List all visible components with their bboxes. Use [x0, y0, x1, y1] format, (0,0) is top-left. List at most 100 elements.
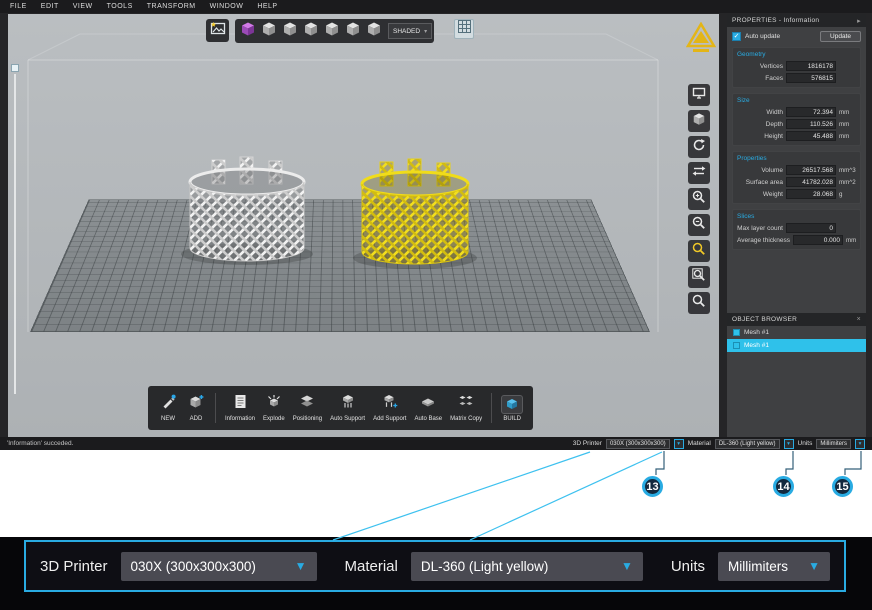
tool-matrix-copy-button[interactable]: Matrix Copy	[446, 394, 486, 422]
tool-auto-base-button[interactable]: Auto Base	[410, 394, 446, 422]
mesh-color-swatch	[733, 329, 740, 336]
status-bar: 'Information' succeded. 3D Printer 030X …	[0, 437, 872, 450]
menu-bar: FILE EDIT VIEW TOOLS TRANSFORM WINDOW HE…	[0, 0, 872, 13]
section-size: Size Width72.394mm Depth110.526mm Height…	[732, 93, 861, 146]
object-browser-item[interactable]: Mesh #1	[727, 326, 866, 339]
viewport-canvas[interactable]: SHADED ▾	[8, 14, 719, 437]
mesh-item-label: Mesh #1	[744, 342, 769, 349]
tool-label: Auto Base	[414, 416, 442, 422]
printer-dropdown[interactable]: 030X (300x300x300) ▼	[121, 552, 317, 581]
tool-label: BUILD	[503, 416, 521, 422]
cube-icon	[303, 21, 319, 42]
tool-information-button[interactable]: Information	[221, 394, 259, 422]
printer-dropdown[interactable]: 030X (300x300x300)	[606, 439, 670, 449]
field-label: Width	[737, 109, 783, 116]
zoom-in-icon	[692, 190, 706, 209]
material-label: Material	[688, 440, 711, 447]
zoom-in-button[interactable]	[688, 188, 710, 210]
support-icon	[340, 394, 356, 414]
cube-icon	[345, 21, 361, 42]
field-label: Depth	[737, 121, 783, 128]
explode-icon	[266, 394, 282, 414]
zoom-extents-icon	[692, 268, 706, 287]
layer-slider[interactable]	[11, 64, 19, 399]
panel-collapse-icon[interactable]: ▸	[857, 17, 861, 25]
tool-new-button[interactable]: NEW	[154, 394, 182, 422]
panel-close-icon[interactable]: ×	[857, 316, 861, 323]
auto-update-checkbox[interactable]: ✓	[732, 32, 741, 41]
shading-mode-dropdown[interactable]: SHADED ▾	[388, 23, 432, 39]
status-message: 'Information' succeded.	[7, 440, 73, 447]
menu-transform[interactable]: TRANSFORM	[147, 3, 196, 10]
zoom-object-button[interactable]	[688, 292, 710, 314]
app-logo	[686, 22, 716, 59]
view-right-button[interactable]	[321, 21, 342, 41]
material-dropdown-arrow[interactable]: ▾	[784, 439, 794, 449]
properties-panel-title: PROPERTIES - Information	[732, 17, 819, 24]
field-label: Surface area	[737, 179, 783, 186]
view-front-button[interactable]	[258, 21, 279, 41]
mesh-yellow-lattice	[353, 159, 477, 269]
tool-label: NEW	[161, 416, 175, 422]
swap-view-button[interactable]	[688, 162, 710, 184]
view-bottom-button[interactable]	[363, 21, 384, 41]
menu-view[interactable]: VIEW	[73, 3, 93, 10]
tool-label: Positioning	[293, 416, 322, 422]
monitor-icon	[692, 86, 706, 105]
tool-positioning-button[interactable]: Positioning	[289, 394, 326, 422]
printer-dropdown-arrow[interactable]: ▾	[674, 439, 684, 449]
view-home-button[interactable]	[237, 21, 258, 41]
tool-label: Explode	[263, 416, 285, 422]
printer-label: 3D Printer	[573, 440, 602, 447]
material-dropdown[interactable]: DL-360 (Light yellow) ▼	[411, 552, 643, 581]
platform-toggle-button[interactable]	[454, 19, 474, 39]
view-top-button[interactable]	[342, 21, 363, 41]
section-title: Size	[737, 97, 856, 104]
zoom-out-button[interactable]	[688, 214, 710, 236]
zoom-window-button[interactable]	[688, 240, 710, 262]
perspective-button[interactable]	[688, 110, 710, 132]
tool-explode-button[interactable]: Explode	[259, 394, 289, 422]
units-dropdown[interactable]: Millimiters ▼	[718, 552, 830, 581]
view-back-button[interactable]	[279, 21, 300, 41]
volume-field: 26517.568	[786, 165, 836, 175]
units-dropdown-arrow[interactable]: ▾	[855, 439, 865, 449]
field-unit: mm	[839, 109, 856, 116]
update-button[interactable]: Update	[820, 31, 861, 42]
zoom-extents-button[interactable]	[688, 266, 710, 288]
tool-add-support-button[interactable]: Add Support	[369, 394, 410, 422]
rotate-icon	[692, 138, 706, 157]
properties-panel-body: ✓ Auto update Update Geometry Vertices18…	[727, 27, 866, 250]
field-label: Max layer count	[737, 225, 783, 232]
field-label: Height	[737, 133, 783, 140]
rotate-view-button[interactable]	[688, 136, 710, 158]
vertices-field: 1816178	[786, 61, 836, 71]
cube-icon	[261, 21, 277, 42]
viewport-tools	[688, 84, 710, 314]
menu-window[interactable]: WINDOW	[210, 3, 244, 10]
render-settings-button[interactable]	[688, 84, 710, 106]
detail-material-group: Material DL-360 (Light yellow) ▼	[345, 552, 643, 581]
tool-label: Add Support	[373, 416, 406, 422]
units-dropdown[interactable]: Millimiters	[816, 439, 851, 449]
app-window: FILE EDIT VIEW TOOLS TRANSFORM WINDOW HE…	[0, 0, 872, 450]
view-toolbar: SHADED ▾	[206, 19, 474, 43]
material-dropdown[interactable]: DL-360 (Light yellow)	[715, 439, 780, 449]
capture-screenshot-button[interactable]	[206, 19, 229, 42]
layer-slider-handle[interactable]	[11, 64, 19, 72]
object-browser-item-selected[interactable]: Mesh #1	[727, 339, 866, 352]
tool-label: Auto Support	[330, 416, 365, 422]
menu-file[interactable]: FILE	[10, 3, 27, 10]
menu-edit[interactable]: EDIT	[41, 3, 59, 10]
tool-add-button[interactable]: ADD	[182, 394, 210, 422]
menu-tools[interactable]: TOOLS	[107, 3, 133, 10]
faces-field: 576815	[786, 73, 836, 83]
tool-build-button[interactable]: BUILD	[497, 395, 527, 422]
view-left-button[interactable]	[300, 21, 321, 41]
menu-help[interactable]: HELP	[257, 3, 277, 10]
section-title: Slices	[737, 213, 856, 220]
scene-render	[8, 14, 719, 437]
units-label: Units	[798, 440, 813, 447]
field-label: Volume	[737, 167, 783, 174]
tool-auto-support-button[interactable]: Auto Support	[326, 394, 369, 422]
